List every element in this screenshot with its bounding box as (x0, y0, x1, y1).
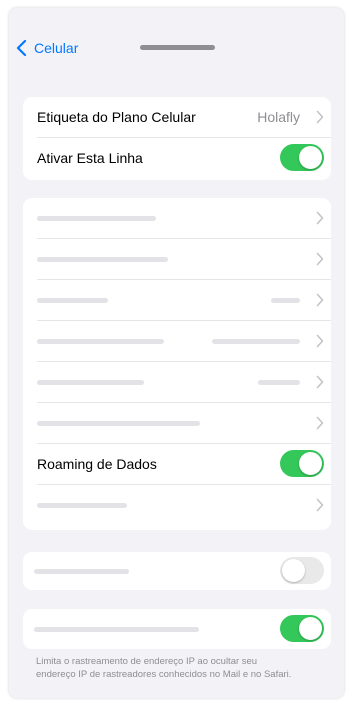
redacted-label (37, 421, 200, 426)
redacted-label (34, 627, 199, 632)
data-card: Roaming de Dados (23, 198, 331, 530)
chevron-right-icon (316, 334, 324, 348)
list-item[interactable] (23, 198, 331, 239)
nav-bar: Celular (9, 8, 344, 86)
plan-label-title: Etiqueta do Plano Celular (37, 109, 196, 125)
redacted-value (212, 339, 300, 344)
redacted-label (34, 569, 129, 574)
chevron-right-icon (316, 252, 324, 266)
setting-switch-a[interactable] (280, 557, 324, 584)
list-item[interactable] (23, 403, 331, 444)
list-item[interactable] (23, 485, 331, 526)
redacted-value (258, 380, 300, 385)
redacted-label (37, 339, 164, 344)
sheet-grabber[interactable] (140, 45, 215, 50)
roaming-row: Roaming de Dados (23, 444, 331, 485)
roaming-switch[interactable] (280, 450, 324, 477)
phone-screen: Celular Etiqueta do Plano Celular Holafl… (9, 8, 344, 698)
chevron-left-icon (16, 40, 27, 56)
footer-note: Limita o rastreamento de endereço IP ao … (36, 656, 292, 680)
roaming-label: Roaming de Dados (37, 456, 157, 472)
plan-label-row[interactable]: Etiqueta do Plano Celular Holafly (23, 97, 331, 138)
chevron-right-icon (316, 416, 324, 430)
plan-card: Etiqueta do Plano Celular Holafly Ativar… (23, 97, 331, 180)
activate-line-label: Ativar Esta Linha (37, 150, 143, 166)
list-item[interactable] (23, 362, 331, 403)
redacted-label (37, 216, 156, 221)
toggle-card-b (23, 609, 331, 649)
toggle-row-a (23, 552, 331, 590)
redacted-value (271, 298, 300, 303)
chevron-right-icon (316, 211, 324, 225)
redacted-label (37, 298, 108, 303)
back-label: Celular (34, 40, 79, 56)
ip-tracking-switch[interactable] (280, 615, 324, 642)
switch-knob (299, 452, 322, 475)
redacted-label (37, 380, 144, 385)
redacted-label (37, 503, 127, 508)
list-item[interactable] (23, 239, 331, 280)
back-button[interactable]: Celular (16, 38, 78, 58)
switch-knob (282, 559, 305, 582)
list-item[interactable] (23, 321, 331, 362)
activate-line-row: Ativar Esta Linha (23, 138, 331, 179)
toggle-card-a (23, 552, 331, 590)
chevron-right-icon (316, 110, 324, 124)
chevron-right-icon (316, 375, 324, 389)
chevron-right-icon (316, 293, 324, 307)
plan-label-value: Holafly (257, 109, 300, 125)
toggle-row-b (23, 609, 331, 649)
switch-knob (299, 617, 322, 640)
activate-line-switch[interactable] (280, 144, 324, 171)
chevron-right-icon (316, 498, 324, 512)
switch-knob (299, 146, 322, 169)
list-item[interactable] (23, 280, 331, 321)
redacted-label (37, 257, 168, 262)
